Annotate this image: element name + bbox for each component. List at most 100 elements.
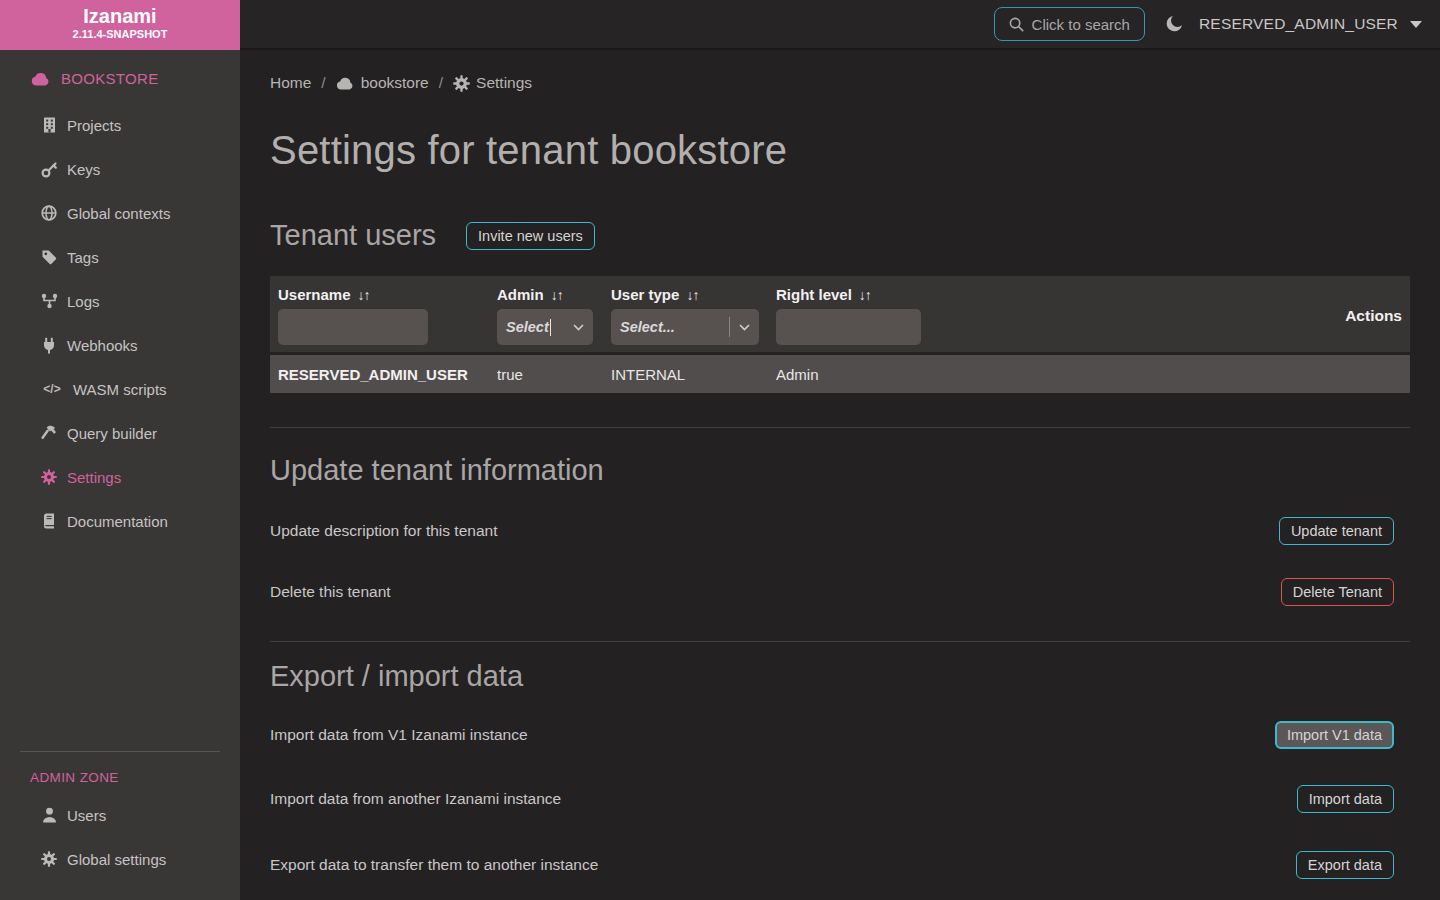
sidebar: BOOKSTORE Projects Keys Global contexts: [0, 50, 240, 900]
sidebar-item-settings[interactable]: Settings: [0, 455, 240, 499]
column-header-username[interactable]: Username↓↑: [278, 286, 370, 303]
select-divider: [729, 317, 730, 337]
username-filter-input[interactable]: [278, 309, 428, 345]
sidebar-item-label: Settings: [67, 469, 121, 486]
delete-tenant-button[interactable]: Delete Tenant: [1281, 578, 1394, 606]
sidebar-item-label: Global contexts: [67, 205, 170, 222]
sidebar-item-projects[interactable]: Projects: [0, 103, 240, 147]
column-header-user-type[interactable]: User type↓↑: [611, 286, 698, 303]
sidebar-item-users[interactable]: Users: [0, 793, 240, 837]
chevron-down-icon: [573, 324, 584, 331]
app-brand[interactable]: Izanami 2.11.4-SNAPSHOT: [0, 0, 240, 50]
building-icon: [40, 117, 58, 133]
sidebar-item-label: Keys: [67, 161, 100, 178]
hammer-icon: [40, 425, 58, 442]
section-divider: [270, 427, 1410, 428]
delete-tenant-label: Delete this tenant: [270, 583, 391, 601]
topbar: Izanami 2.11.4-SNAPSHOT Click to search …: [0, 0, 1440, 50]
search-button[interactable]: Click to search: [994, 7, 1145, 41]
sidebar-item-label: Global settings: [67, 851, 166, 868]
sidebar-nav: Projects Keys Global contexts Tags: [0, 103, 240, 543]
dark-mode-toggle[interactable]: [1163, 13, 1185, 35]
export-data-button[interactable]: Export data: [1296, 851, 1394, 879]
chevron-down-icon: [739, 324, 750, 331]
user-type-filter-select[interactable]: Select...: [611, 309, 759, 345]
text-cursor: [550, 319, 551, 336]
breadcrumb-home[interactable]: Home: [270, 74, 311, 92]
search-label: Click to search: [1032, 16, 1130, 33]
export-data-label: Export data to transfer them to another …: [270, 856, 598, 874]
sidebar-item-logs[interactable]: Logs: [0, 279, 240, 323]
sidebar-item-documentation[interactable]: Documentation: [0, 499, 240, 543]
table-row: RESERVED_ADMIN_USER true INTERNAL Admin: [270, 355, 1410, 393]
user-menu-name[interactable]: RESERVED_ADMIN_USER: [1199, 15, 1398, 33]
sidebar-item-label: Documentation: [67, 513, 168, 530]
sort-icon[interactable]: ↓↑: [551, 287, 563, 303]
cell-user-type: INTERNAL: [611, 366, 776, 383]
column-header-right-level[interactable]: Right level↓↑: [776, 286, 871, 303]
book-icon: [40, 513, 58, 529]
gear-icon: [40, 851, 58, 867]
update-description-label: Update description for this tenant: [270, 522, 497, 540]
sidebar-item-wasm-scripts[interactable]: </> WASM scripts: [0, 367, 240, 411]
cell-right-level: Admin: [776, 366, 944, 383]
sidebar-item-query-builder[interactable]: Query builder: [0, 411, 240, 455]
sort-icon[interactable]: ↓↑: [358, 287, 370, 303]
page-title: Settings for tenant bookstore: [270, 128, 1410, 173]
right-level-filter-input[interactable]: [776, 309, 921, 345]
section-divider: [270, 641, 1410, 642]
sidebar-item-label: Logs: [67, 293, 100, 310]
globe-icon: [40, 205, 58, 221]
sidebar-item-tags[interactable]: Tags: [0, 235, 240, 279]
import-v1-data-button[interactable]: Import V1 data: [1275, 721, 1394, 749]
cloud-icon: [336, 76, 355, 90]
import-v1-label: Import data from V1 Izanami instance: [270, 726, 528, 744]
gear-icon: [453, 75, 470, 92]
sidebar-tenant[interactable]: BOOKSTORE: [0, 50, 240, 87]
sidebar-item-label: Query builder: [67, 425, 157, 442]
breadcrumb-separator: /: [436, 74, 446, 92]
import-data-button[interactable]: Import data: [1297, 785, 1394, 813]
cloud-icon: [31, 71, 51, 86]
key-icon: [40, 161, 58, 178]
sidebar-item-label: Tags: [67, 249, 99, 266]
sidebar-admin-nav: Users Global settings: [0, 793, 240, 881]
admin-zone-label: ADMIN ZONE: [0, 752, 240, 785]
admin-filter-select[interactable]: Select: [497, 309, 593, 345]
import-data-label: Import data from another Izanami instanc…: [270, 790, 561, 808]
sidebar-item-webhooks[interactable]: Webhooks: [0, 323, 240, 367]
sidebar-item-label: WASM scripts: [73, 381, 167, 398]
cell-username: RESERVED_ADMIN_USER: [278, 366, 497, 383]
tenant-users-heading: Tenant users: [270, 219, 436, 252]
topbar-right: Click to search RESERVED_ADMIN_USER: [240, 0, 1440, 50]
app-title: Izanami: [0, 5, 240, 28]
main-content: Home / bookstore / Settings Settings for…: [240, 50, 1440, 900]
column-header-actions: Actions: [1345, 307, 1402, 325]
sidebar-item-keys[interactable]: Keys: [0, 147, 240, 191]
plug-icon: [40, 337, 58, 354]
app-version: 2.11.4-SNAPSHOT: [0, 28, 240, 40]
tag-icon: [40, 249, 58, 265]
sort-icon[interactable]: ↓↑: [859, 287, 871, 303]
cell-admin: true: [497, 366, 611, 383]
table-header: Username↓↑ Admin↓↑ Select User type↓↑: [270, 276, 1410, 352]
user-icon: [40, 807, 58, 823]
column-header-admin[interactable]: Admin↓↑: [497, 286, 563, 303]
tenant-users-table: Username↓↑ Admin↓↑ Select User type↓↑: [270, 276, 1410, 393]
invite-new-users-button[interactable]: Invite new users: [466, 222, 595, 250]
sidebar-item-label: Projects: [67, 117, 121, 134]
update-tenant-heading: Update tenant information: [270, 454, 1410, 487]
breadcrumb-separator: /: [318, 74, 328, 92]
update-tenant-button[interactable]: Update tenant: [1279, 517, 1394, 545]
search-icon: [1009, 17, 1024, 32]
export-import-heading: Export / import data: [270, 660, 1410, 693]
gear-icon: [40, 469, 58, 485]
breadcrumb: Home / bookstore / Settings: [270, 74, 1410, 92]
sidebar-item-label: Webhooks: [67, 337, 138, 354]
sidebar-item-global-contexts[interactable]: Global contexts: [0, 191, 240, 235]
breadcrumb-tenant[interactable]: bookstore: [336, 74, 429, 92]
sidebar-item-global-settings[interactable]: Global settings: [0, 837, 240, 881]
user-menu-caret-icon[interactable]: [1410, 21, 1422, 28]
sort-icon[interactable]: ↓↑: [686, 287, 698, 303]
breadcrumb-settings[interactable]: Settings: [453, 74, 532, 92]
